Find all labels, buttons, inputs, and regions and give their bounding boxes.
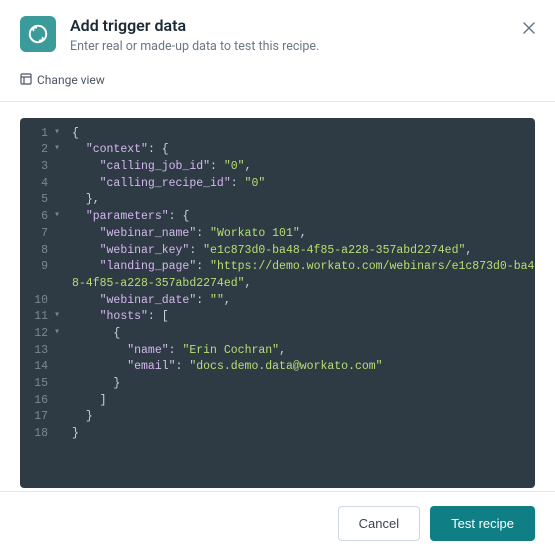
code-content: "hosts": [ (68, 309, 535, 326)
code-content: "landing_page": "https://demo.workato.co… (68, 259, 535, 292)
code-line[interactable]: 15 } (20, 376, 535, 393)
code-content: "calling_job_id": "0", (68, 159, 535, 176)
test-recipe-button[interactable]: Test recipe (430, 506, 535, 541)
code-content: } (68, 409, 535, 426)
line-number: 4 (20, 176, 54, 193)
code-content: "name": "Erin Cochran", (68, 343, 535, 360)
line-number: 5 (20, 192, 54, 209)
code-line[interactable]: 3 "calling_job_id": "0", (20, 159, 535, 176)
fold-toggle-icon[interactable]: ▾ (54, 209, 68, 224)
line-number: 15 (20, 376, 54, 393)
fold-toggle-icon[interactable]: ▾ (54, 309, 68, 324)
code-content: } (68, 426, 535, 443)
line-number: 17 (20, 409, 54, 426)
line-number: 9 (20, 259, 54, 276)
line-number: 14 (20, 359, 54, 376)
code-line[interactable]: 6▾ "parameters": { (20, 209, 535, 226)
fold-toggle-icon[interactable]: ▾ (54, 326, 68, 341)
code-content: "parameters": { (68, 209, 535, 226)
code-content: "context": { (68, 142, 535, 159)
toolbar: Change view (0, 66, 555, 101)
code-content: "webinar_key": "e1c873d0-ba48-4f85-a228-… (68, 243, 535, 260)
code-line[interactable]: 4 "calling_recipe_id": "0" (20, 176, 535, 193)
line-number: 11 (20, 309, 54, 326)
line-number: 2 (20, 142, 54, 159)
code-line[interactable]: 18} (20, 426, 535, 443)
code-line[interactable]: 8 "webinar_key": "e1c873d0-ba48-4f85-a22… (20, 243, 535, 260)
line-number: 13 (20, 343, 54, 360)
code-line[interactable]: 16 ] (20, 393, 535, 410)
code-content: ] (68, 393, 535, 410)
close-button[interactable] (519, 18, 539, 38)
code-line[interactable]: 12▾ { (20, 326, 535, 343)
line-number: 6 (20, 209, 54, 226)
line-number: 1 (20, 126, 54, 143)
code-line[interactable]: 11▾ "hosts": [ (20, 309, 535, 326)
line-number: 3 (20, 159, 54, 176)
code-area: 1▾{2▾ "context": {3 "calling_job_id": "0… (0, 102, 555, 491)
line-number: 18 (20, 426, 54, 443)
dialog-title: Add trigger data (70, 16, 535, 37)
code-content: } (68, 376, 535, 393)
dialog-header: Add trigger data Enter real or made-up d… (0, 0, 555, 66)
code-line[interactable]: 1▾{ (20, 126, 535, 143)
code-content: "webinar_name": "Workato 101", (68, 226, 535, 243)
fold-toggle-icon[interactable]: ▾ (54, 126, 68, 141)
code-line[interactable]: 5 }, (20, 192, 535, 209)
code-line[interactable]: 17 } (20, 409, 535, 426)
code-line[interactable]: 2▾ "context": { (20, 142, 535, 159)
change-view-button[interactable]: Change view (20, 73, 105, 88)
cancel-button[interactable]: Cancel (338, 506, 420, 541)
code-content: { (68, 126, 535, 143)
line-number: 10 (20, 293, 54, 310)
code-line[interactable]: 9 "landing_page": "https://demo.workato.… (20, 259, 535, 292)
dialog-footer: Cancel Test recipe (0, 491, 555, 555)
line-number: 7 (20, 226, 54, 243)
code-content: "email": "docs.demo.data@workato.com" (68, 359, 535, 376)
code-content: { (68, 326, 535, 343)
dialog-subtitle: Enter real or made-up data to test this … (70, 39, 535, 54)
change-view-label: Change view (37, 73, 105, 87)
fold-toggle-icon[interactable]: ▾ (54, 142, 68, 157)
app-icon (20, 16, 56, 52)
line-number: 12 (20, 326, 54, 343)
code-editor[interactable]: 1▾{2▾ "context": {3 "calling_job_id": "0… (20, 118, 535, 488)
line-number: 8 (20, 243, 54, 260)
code-line[interactable]: 14 "email": "docs.demo.data@workato.com" (20, 359, 535, 376)
code-line[interactable]: 7 "webinar_name": "Workato 101", (20, 226, 535, 243)
code-line[interactable]: 13 "name": "Erin Cochran", (20, 343, 535, 360)
line-number: 16 (20, 393, 54, 410)
code-content: }, (68, 192, 535, 209)
code-content: "calling_recipe_id": "0" (68, 176, 535, 193)
code-content: "webinar_date": "", (68, 293, 535, 310)
layout-icon (20, 73, 32, 88)
code-line[interactable]: 10 "webinar_date": "", (20, 293, 535, 310)
